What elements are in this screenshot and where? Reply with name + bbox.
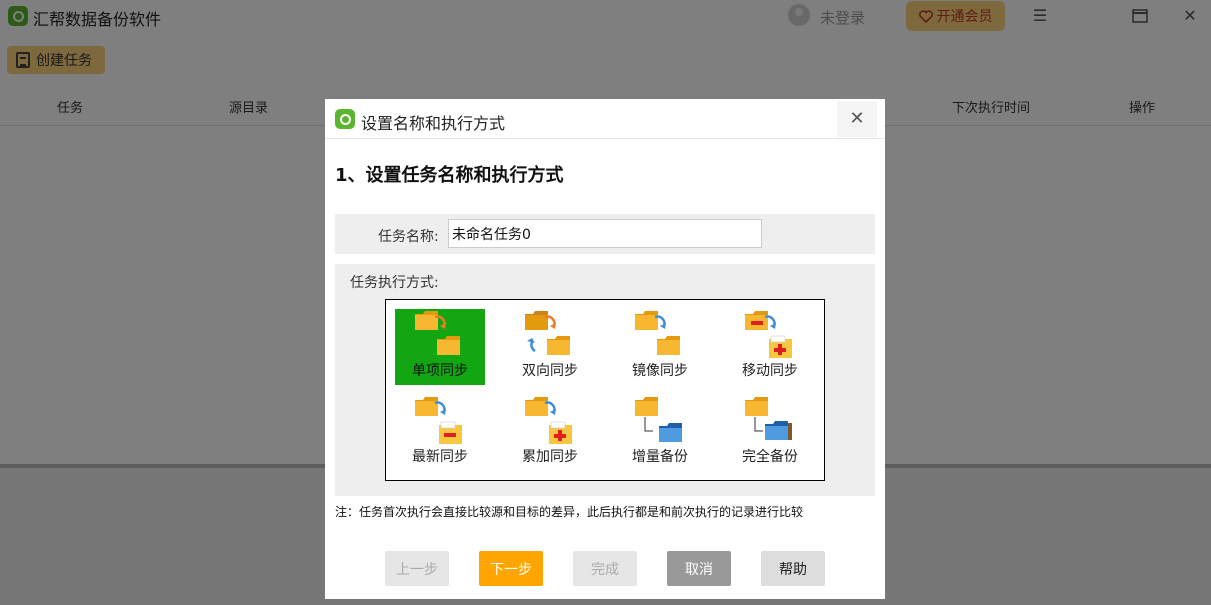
dialog-close-icon[interactable]: ✕ — [837, 101, 877, 137]
mode-tile-two-way-sync[interactable]: 双向同步 — [505, 309, 595, 385]
mode-tile-move-sync[interactable]: 移动同步 — [725, 309, 815, 385]
dialog-titlebar: 设置名称和执行方式 ✕ — [325, 99, 885, 139]
task-name-row: 任务名称: — [335, 214, 875, 254]
mode-tile-latest-sync[interactable]: 最新同步 — [395, 395, 485, 471]
help-button[interactable]: 帮助 — [761, 551, 825, 586]
cancel-button[interactable]: 取消 — [667, 551, 731, 586]
mode-tile-mirror-sync[interactable]: 镜像同步 — [615, 309, 705, 385]
cumulative-sync-icon — [525, 397, 572, 444]
execution-mode-label: 任务执行方式: — [350, 275, 439, 291]
mode-label-full-backup: 完全备份 — [742, 449, 798, 465]
mode-label-cumulative-sync: 累加同步 — [522, 449, 578, 465]
mode-tile-full-backup[interactable]: 完全备份 — [725, 395, 815, 471]
one-way-sync-icon — [415, 311, 460, 355]
move-sync-icon — [745, 311, 792, 358]
full-backup-icon — [745, 397, 792, 440]
dialog-logo-icon — [335, 109, 355, 129]
mode-label-move-sync: 移动同步 — [742, 363, 798, 379]
mode-label-one-way-sync: 单项同步 — [412, 363, 468, 379]
dialog-title: 设置名称和执行方式 — [361, 114, 506, 133]
incremental-backup-icon — [635, 397, 682, 442]
finish-button[interactable]: 完成 — [573, 551, 637, 586]
mirror-sync-icon — [635, 311, 680, 355]
task-name-input[interactable] — [448, 219, 762, 248]
mode-label-latest-sync: 最新同步 — [412, 449, 468, 465]
task-name-label: 任务名称: — [378, 229, 439, 245]
latest-sync-icon — [415, 397, 462, 444]
next-step-button[interactable]: 下一步 — [479, 551, 543, 586]
two-way-sync-icon — [525, 311, 570, 355]
step-heading: 1、设置任务名称和执行方式 — [335, 165, 564, 186]
mode-label-mirror-sync: 镜像同步 — [632, 363, 688, 379]
task-setup-dialog: 设置名称和执行方式 ✕ 1、设置任务名称和执行方式 任务名称: 任务执行方式: … — [325, 99, 885, 599]
mode-label-two-way-sync: 双向同步 — [522, 363, 578, 379]
prev-step-button[interactable]: 上一步 — [385, 551, 449, 586]
execution-mode-panel: 任务执行方式: 单项同步 双向同步 镜像同步 移动同步最新同步 累加同步 增量备份 完全备份 — [335, 264, 875, 496]
mode-tile-incremental-backup[interactable]: 增量备份 — [615, 395, 705, 471]
note-text: 注：任务首次执行会直接比较源和目标的差异，此后执行都是和前次执行的记录进行比较 — [335, 505, 804, 519]
mode-tile-one-way-sync[interactable]: 单项同步 — [395, 309, 485, 385]
mode-label-incremental-backup: 增量备份 — [632, 449, 688, 465]
mode-grid: 单项同步 双向同步 镜像同步 移动同步最新同步 累加同步 增量备份 完全备份 — [385, 299, 825, 481]
mode-tile-cumulative-sync[interactable]: 累加同步 — [505, 395, 595, 471]
